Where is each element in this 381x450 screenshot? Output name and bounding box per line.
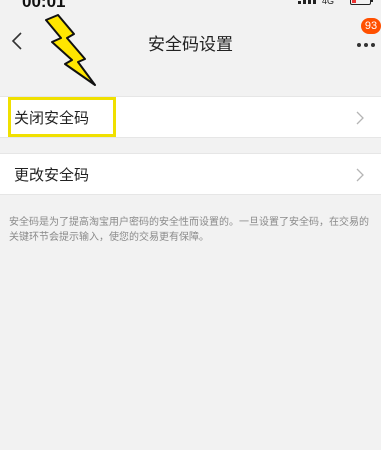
chevron-right-icon [356,111,364,125]
change-security-code-row[interactable]: 更改安全码 [0,153,381,195]
network-type: 4G [322,0,335,6]
change-security-code-label: 更改安全码 [14,166,90,184]
close-security-code-row[interactable]: 关闭安全码 [0,96,381,138]
signal-icon [298,0,316,4]
status-time: 00:01 [22,0,66,11]
message-badge: 93 [361,18,381,34]
status-bar: 00:01 4G [0,0,381,14]
battery-icon [350,0,373,5]
chevron-right-icon [356,168,364,182]
security-code-description: 安全码是为了提高淘宝用户密码的安全性而设置的。一旦设置了安全码，在交易的关键环节… [9,217,369,243]
more-dots-icon[interactable] [354,36,380,50]
lightning-bolt-icon [45,14,96,86]
close-security-code-label: 关闭安全码 [14,109,90,127]
